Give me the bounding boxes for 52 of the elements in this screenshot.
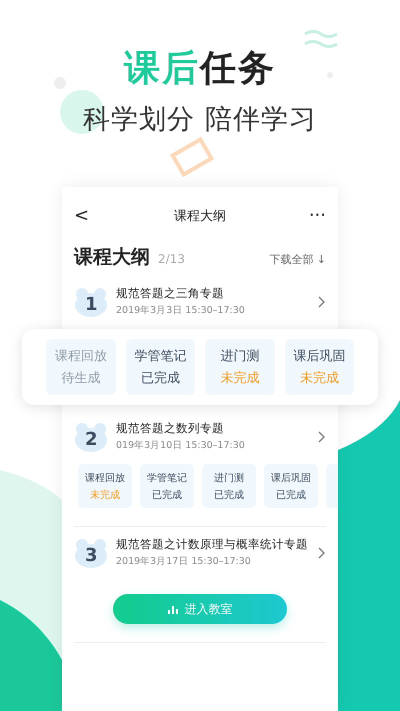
badge-icon [74, 538, 108, 568]
download-all-link[interactable]: 下载全部 ↓ [269, 252, 326, 267]
section-title: 课程大纲 [74, 245, 150, 270]
lesson-title: 规范答题之三角专题 [116, 286, 225, 301]
task-status: 已完成 [140, 370, 180, 387]
task-tile[interactable]: 课后巩固 未完成 [284, 339, 354, 395]
task-status: 已完成 [276, 488, 306, 502]
task-label: 课后巩固 [293, 348, 346, 365]
task-tile[interactable]: 学管笔记 已完成 [126, 339, 195, 395]
chevron-right-icon [318, 546, 326, 558]
lesson-time: 2019年3月17日 15:30–17:30 [116, 555, 252, 568]
bar-chart-icon [168, 604, 178, 614]
headline: 课后任务 [124, 47, 276, 91]
lesson-time: 019年3月10日 15:30–17:30 [116, 439, 246, 452]
task-status: 未完成 [300, 370, 339, 387]
lesson-title: 规范答题之计数原理与概率统计专题 [116, 537, 309, 552]
task-label: 课程回放 [85, 472, 125, 484]
chevron-right-icon [318, 430, 326, 442]
screen-title: 课程大纲 [174, 208, 226, 224]
lesson-row[interactable]: 2 规范答题之数列专题 019年3月10日 15:30–17:30 [62, 411, 338, 452]
task-status: 已完成 [152, 488, 182, 502]
task-status: 未完成 [90, 488, 120, 502]
task-label: 学管笔记 [147, 472, 187, 484]
lesson-time: 2019年3月3日 15:30–17:30 [116, 304, 246, 317]
task-label: 学管笔记 [134, 348, 186, 365]
task-tile[interactable]: 学管笔记 已完成 [140, 464, 194, 508]
frame-decoration [170, 136, 214, 178]
badge-icon [74, 286, 108, 316]
task-tile[interactable]: 进门测 已完成 [202, 464, 256, 508]
subtitle: 科学划分 陪伴学习 [83, 103, 317, 137]
lesson-row[interactable]: 3 规范答题之计数原理与概率统计专题 2019年3月17日 15:30–17:30 [62, 527, 338, 568]
task-label: 进门测 [220, 348, 260, 365]
task-label: 课程回放 [54, 348, 107, 365]
lesson-number: 1 [85, 294, 97, 314]
badge-icon [74, 422, 108, 452]
task-status: 待生成 [61, 370, 100, 387]
task-status: 未完成 [220, 370, 260, 387]
chevron-right-icon [318, 296, 326, 308]
task-label: 进门测 [214, 472, 244, 484]
more-button[interactable]: ··· [302, 205, 326, 226]
lesson-number: 3 [85, 544, 97, 566]
task-tile[interactable]: 课程回放 未完成 [78, 464, 132, 508]
task-tile[interactable]: 进门测 未完成 [205, 339, 274, 395]
task-label: 课后巩固 [271, 472, 311, 484]
lesson-number: 2 [85, 428, 97, 450]
lesson-count: 2/13 [158, 252, 186, 266]
task-tile[interactable]: 课后巩固 已完成 [264, 464, 318, 508]
lesson-title: 规范答题之数列专题 [116, 421, 225, 436]
back-button[interactable]: < [74, 205, 98, 226]
lesson-row[interactable]: 1 规范答题之三角专题 2019年3月3日 15:30–17:30 [62, 276, 338, 317]
wave-decoration [304, 30, 338, 48]
task-status: 已完成 [214, 488, 244, 502]
